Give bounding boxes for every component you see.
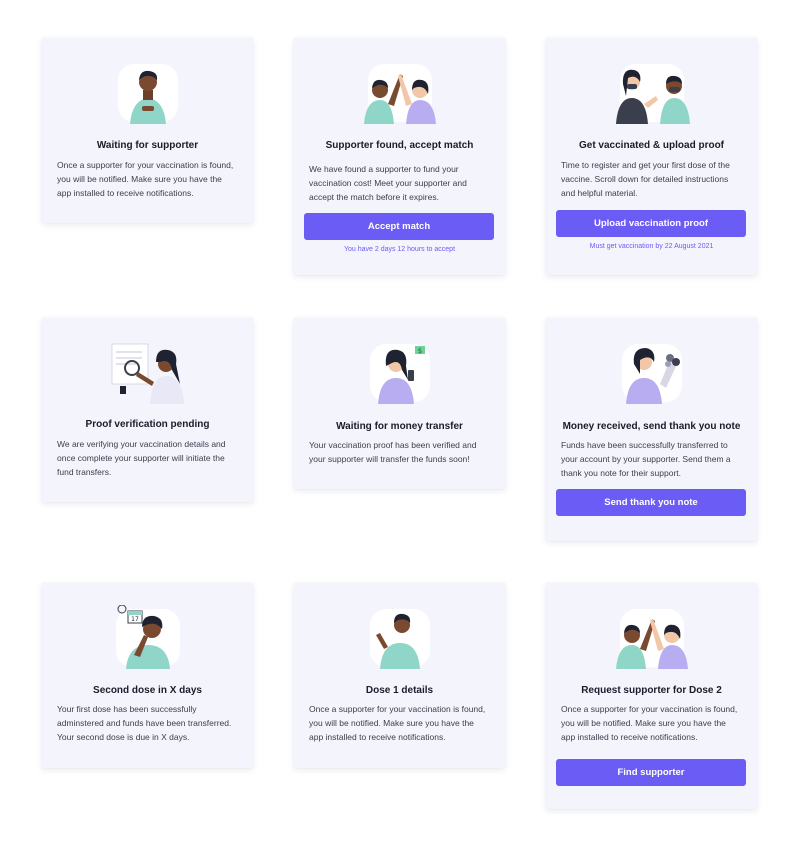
card-waiting-for-supporter: Waiting for supporter Once a supporter f…	[42, 38, 253, 223]
nurse-vaccinating-illustration	[615, 64, 690, 124]
calendar-number: 17	[131, 616, 139, 623]
card-description: We have found a supporter to fund your va…	[309, 164, 467, 202]
card-get-vaccinated: Get vaccinated & upload proof Time to re…	[546, 38, 757, 275]
card-title: Money received, send thank you note	[562, 421, 741, 432]
card-description: We are verifying your vaccination detail…	[57, 439, 226, 477]
svg-text:$: $	[417, 347, 421, 355]
card-title: Second dose in X days	[93, 685, 202, 696]
upload-vaccination-proof-button[interactable]: Upload vaccination proof	[556, 210, 746, 237]
send-thank-you-note-button[interactable]: Send thank you note	[556, 489, 746, 516]
person-phone-money-illustration: $	[369, 344, 430, 404]
person-calendar-illustration: 17	[115, 605, 180, 669]
card-supporter-found: Supporter found, accept match We have fo…	[294, 38, 505, 275]
card-description: Once a supporter for your vaccination is…	[309, 704, 486, 742]
card-title: Supporter found, accept match	[325, 140, 474, 151]
card-second-dose: 17 Second dose in X days Your first dose…	[42, 583, 253, 768]
card-description: Once a supporter for your vaccination is…	[57, 160, 234, 198]
card-description: Your first dose has been successfully adm…	[57, 704, 232, 742]
card-title: Request supporter for Dose 2	[581, 685, 722, 696]
person-waving-illustration	[369, 609, 430, 669]
find-supporter-button[interactable]: Find supporter	[556, 759, 746, 786]
card-title: Proof verification pending	[85, 419, 210, 430]
person-flowers-illustration	[621, 344, 682, 404]
card-proof-verification: Proof verification pending We are verify…	[42, 318, 253, 502]
person-inspecting-illustration	[111, 343, 184, 404]
card-waiting-money-transfer: $ Waiting for money transfer Your vaccin…	[294, 318, 505, 489]
card-dose-1-details: Dose 1 details Once a supporter for your…	[294, 583, 505, 768]
card-description: Once a supporter for your vaccination is…	[561, 704, 738, 742]
accept-deadline-note: You have 2 days 12 hours to accept	[343, 246, 456, 253]
high-five-illustration	[363, 64, 436, 124]
card-title: Waiting for money transfer	[336, 421, 463, 432]
card-title: Get vaccinated & upload proof	[578, 140, 725, 151]
vaccination-deadline-note: Must get vaccination by 22 August 2021	[589, 243, 714, 250]
card-title: Waiting for supporter	[96, 140, 199, 151]
high-five-illustration	[615, 609, 688, 669]
person-waiting-illustration	[117, 64, 178, 124]
card-title: Dose 1 details	[365, 685, 434, 696]
card-description: Time to register and get your first dose…	[561, 160, 730, 198]
accept-match-button[interactable]: Accept match	[304, 213, 494, 240]
card-money-received: Money received, send thank you note Fund…	[546, 318, 757, 541]
card-description: Funds have been successfully transferred…	[561, 440, 731, 478]
card-request-supporter-dose-2: Request supporter for Dose 2 Once a supp…	[546, 583, 757, 809]
card-description: Your vaccination proof has been verified…	[309, 440, 477, 464]
